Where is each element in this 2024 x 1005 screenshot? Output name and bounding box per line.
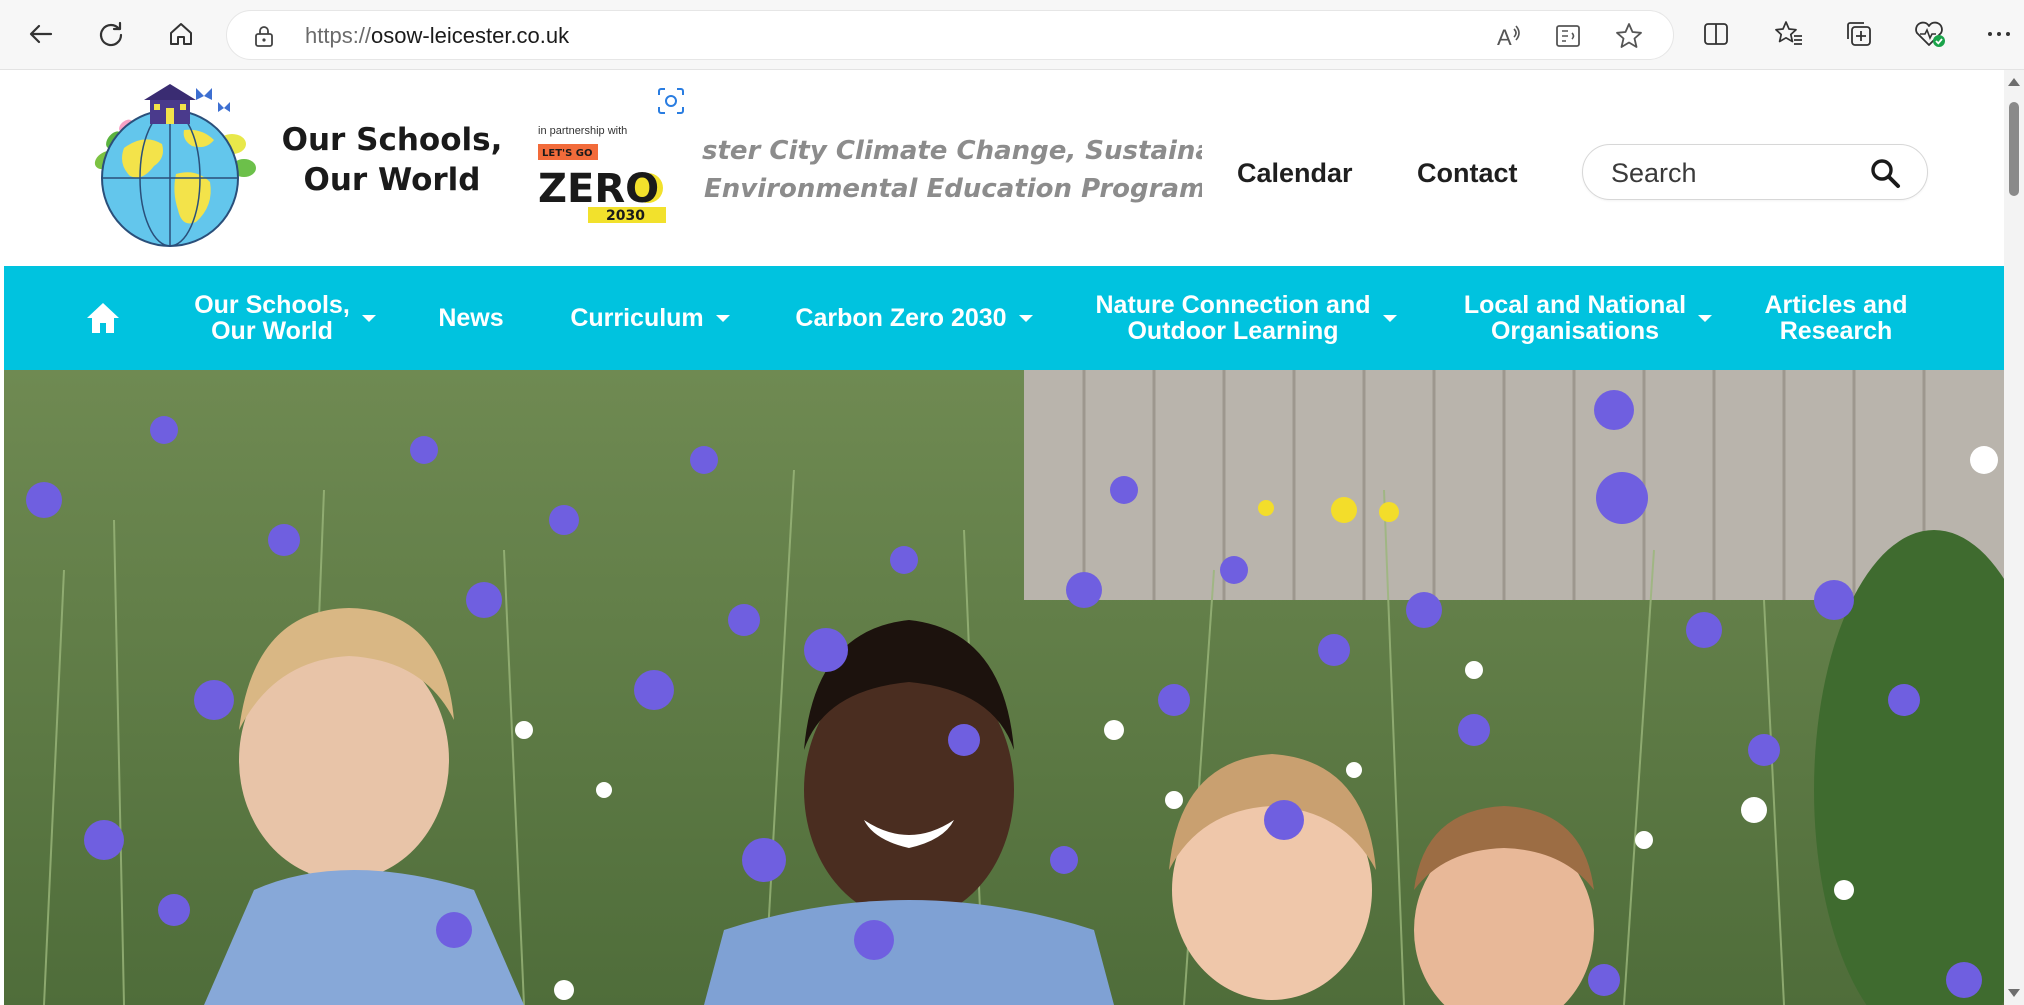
search-placeholder: Search: [1611, 158, 1697, 188]
more-menu-button[interactable]: [1980, 15, 2018, 53]
nav-label: Outdoor Learning: [1127, 317, 1339, 345]
split-screen-button[interactable]: [1697, 15, 1735, 53]
site-header: Our Schools, Our World in partnership wi…: [0, 70, 2004, 266]
scroll-up-arrow-icon[interactable]: [2008, 78, 2020, 86]
scroll-down-arrow-icon[interactable]: [2008, 989, 2020, 997]
search-input[interactable]: Search: [1582, 144, 1928, 200]
immersive-reader-icon: [1556, 25, 1580, 47]
nav-label: Articles and: [1764, 291, 1908, 319]
partner-text: in partnership with: [538, 125, 628, 137]
url-host: osow-leicester.co.uk: [371, 23, 570, 48]
back-button[interactable]: [20, 13, 62, 55]
calendar-link[interactable]: Calendar: [1237, 158, 1353, 189]
lock-icon[interactable]: [253, 24, 275, 48]
collections-icon: [1847, 22, 1871, 46]
brand-line-1: Our Schools,: [281, 122, 503, 158]
nav-item-local-national[interactable]: Local and National Organisations: [1448, 266, 1728, 370]
favorite-star-icon: [1616, 23, 1642, 48]
nav-label: Research: [1779, 317, 1893, 345]
split-screen-icon: [1704, 23, 1728, 45]
collections-button[interactable]: [1840, 15, 1878, 53]
nav-label: Carbon Zero 2030: [795, 304, 1007, 332]
nav-label: Nature Connection and: [1095, 291, 1371, 319]
read-aloud-icon: A: [1497, 25, 1520, 50]
immersive-reader-button[interactable]: [1553, 20, 1585, 52]
zero-logo-year: 2030: [606, 208, 645, 224]
zero-logo-word: ZERO: [538, 166, 659, 212]
search-icon[interactable]: [1869, 157, 1901, 189]
nav-label: News: [438, 304, 504, 332]
nav-label: Curriculum: [570, 304, 704, 332]
nav-label: Our Schools,: [194, 291, 350, 319]
refresh-icon: [99, 21, 123, 47]
more-menu-icon: [1988, 32, 2010, 36]
nav-label: Our World: [211, 317, 333, 345]
main-navigation: Our Schools, Our World News Curriculum Ca…: [4, 266, 2004, 370]
page-scrollbar[interactable]: [2004, 70, 2024, 1005]
nav-item-curriculum[interactable]: Curriculum: [560, 266, 740, 370]
lets-go-zero-logo[interactable]: LET'S GO ZERO 2030: [538, 144, 666, 224]
refresh-button[interactable]: [90, 13, 132, 55]
chevron-down-icon: [715, 314, 730, 322]
nav-item-articles[interactable]: Articles and Research: [1756, 266, 1916, 370]
home-icon: [170, 23, 192, 45]
address-bar[interactable]: https://osow-leicester.co.uk A: [226, 10, 1674, 60]
browser-essentials-icon: [1915, 21, 1945, 47]
home-button[interactable]: [160, 13, 202, 55]
chevron-down-icon: [1382, 314, 1397, 322]
visual-search-icon[interactable]: [656, 86, 686, 116]
browser-essentials-button[interactable]: [1911, 15, 1949, 53]
scroll-thumb[interactable]: [2009, 102, 2019, 196]
nav-item-carbon-zero[interactable]: Carbon Zero 2030: [784, 266, 1044, 370]
favorites-button[interactable]: [1770, 15, 1808, 53]
brand-line-2: Our World: [303, 162, 481, 198]
favorites-icon: [1775, 21, 1802, 45]
globe-logo-icon[interactable]: [84, 78, 260, 250]
browser-toolbar: https://osow-leicester.co.uk A: [0, 0, 2024, 70]
nav-label: Organisations: [1490, 317, 1660, 345]
chevron-down-icon: [1018, 314, 1033, 322]
nav-label: Local and National: [1463, 291, 1687, 319]
home-nav-icon[interactable]: [84, 300, 122, 336]
favorite-button[interactable]: [1613, 20, 1645, 52]
back-arrow-icon: [29, 24, 53, 44]
chevron-down-icon: [361, 314, 376, 322]
site-brand[interactable]: Our Schools, Our World: [262, 120, 522, 200]
nav-item-nature-connection[interactable]: Nature Connection and Outdoor Learning: [1086, 266, 1406, 370]
nav-item-news[interactable]: News: [416, 266, 526, 370]
svg-text:A: A: [1497, 25, 1512, 50]
url-text[interactable]: https://osow-leicester.co.uk: [305, 23, 569, 49]
contact-link[interactable]: Contact: [1417, 158, 1518, 189]
zero-logo-top: LET'S GO: [542, 148, 592, 159]
chevron-down-icon: [1698, 314, 1713, 322]
hero-photo-children-wildflowers: [4, 370, 2004, 1005]
hero-image: [4, 370, 2004, 1005]
read-aloud-button[interactable]: A: [1493, 20, 1525, 52]
tagline-line-1: ster City Climate Change, Sustainability: [702, 136, 1202, 166]
tagline-line-2: Environmental Education Programme: [704, 174, 1202, 204]
nav-item-our-schools[interactable]: Our Schools, Our World: [190, 266, 380, 370]
url-scheme: https://: [305, 23, 372, 48]
site-tagline: ster City Climate Change, Sustainability…: [702, 132, 1202, 208]
